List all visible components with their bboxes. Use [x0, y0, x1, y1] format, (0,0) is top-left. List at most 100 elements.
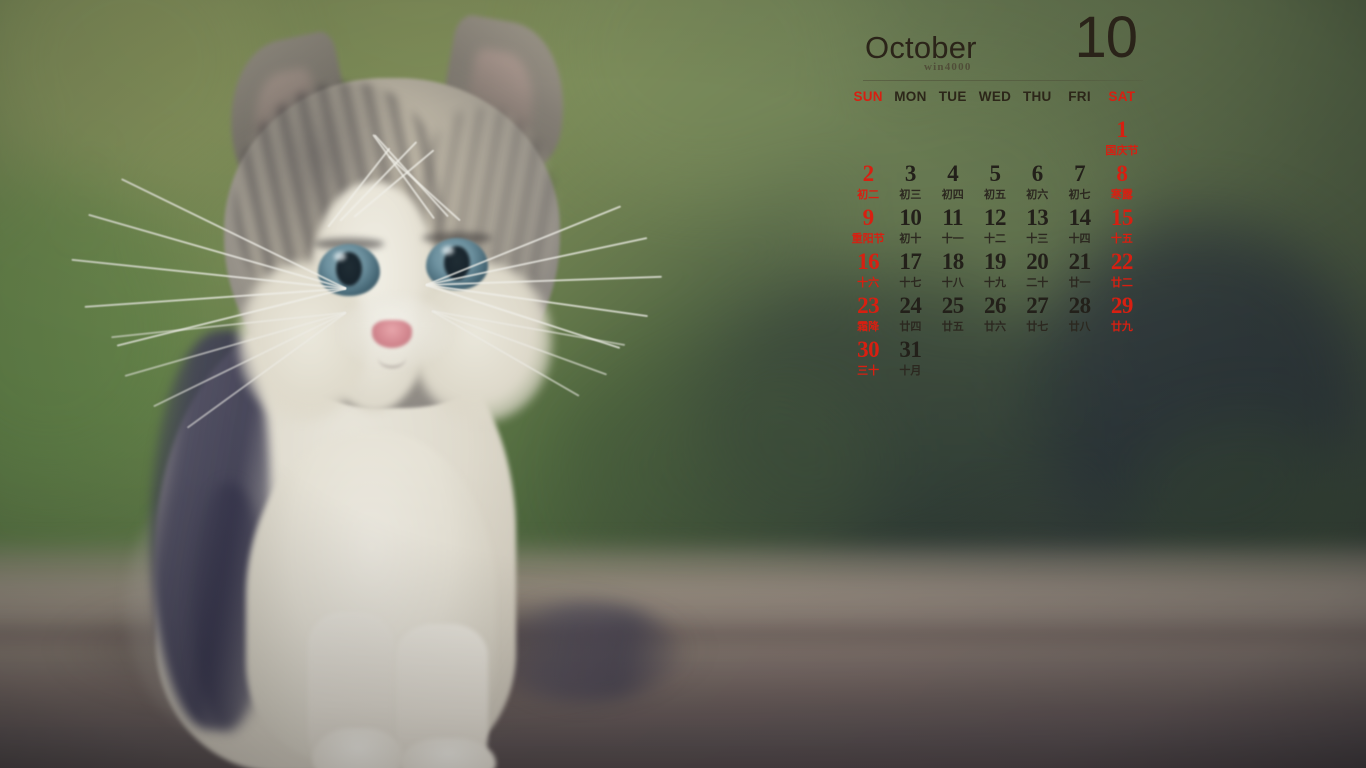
- calendar-day-cell: 17 十七: [889, 250, 931, 294]
- calendar-overlay: October win4000 10 SUN MON TUE WED THU FRI SAT…: [845, 9, 1145, 382]
- month-number-label: 10: [1074, 5, 1138, 70]
- day-number: 7: [1074, 161, 1086, 186]
- day-number: 5: [989, 161, 1001, 186]
- day-number: 17: [899, 249, 922, 274]
- lunar-date-label: 十一: [941, 233, 964, 245]
- lunar-date-label: 二十: [1026, 277, 1049, 289]
- lunar-date-label: 三十: [857, 365, 880, 377]
- weekday-header-sat: SAT: [1108, 89, 1136, 104]
- day-number: 30: [857, 337, 880, 362]
- day-number: 24: [899, 293, 922, 318]
- day-number: 20: [1026, 249, 1049, 274]
- lunar-date-label: 初十: [899, 233, 922, 245]
- lunar-date-label: 十月: [899, 365, 922, 377]
- calendar-day-cell: 14 十四: [1058, 206, 1100, 250]
- day-number: 12: [983, 205, 1007, 230]
- calendar-day-cell: 3 初三: [889, 162, 931, 206]
- lunar-date-label: 廿五: [941, 321, 964, 333]
- lunar-date-label: 初七: [1068, 189, 1091, 201]
- lunar-date-label: 十六: [857, 277, 880, 289]
- calendar-day-cell: 28 廿八: [1058, 294, 1100, 338]
- calendar-day-cell: 26 廿六: [974, 294, 1016, 338]
- lunar-date-label: 霜降: [857, 321, 880, 333]
- lunar-date-label: 廿七: [1026, 321, 1049, 333]
- day-number: 27: [1026, 293, 1049, 318]
- lunar-date-label: 十七: [899, 277, 922, 289]
- lunar-date-label: 廿九: [1110, 321, 1133, 333]
- calendar-day-cell: 8 寒露: [1101, 162, 1143, 206]
- calendar-day-cell: 5 初五: [974, 162, 1016, 206]
- site-watermark: win4000: [924, 61, 972, 73]
- lunar-date-label: 国庆节: [1105, 145, 1139, 157]
- lunar-date-label: 重阳节: [851, 233, 885, 245]
- lunar-date-label: 初三: [899, 189, 922, 201]
- calendar-day-cell: 23 霜降: [847, 294, 889, 338]
- calendar-day-cell: 27 廿七: [1016, 294, 1058, 338]
- header-divider: [863, 80, 1143, 81]
- day-number: 18: [941, 249, 965, 274]
- weekday-header-mon: MON: [894, 89, 927, 104]
- day-number: 15: [1110, 205, 1134, 230]
- calendar-day-cell: 6 初六: [1016, 162, 1058, 206]
- kitten-eye-glint-right: [442, 246, 454, 255]
- lunar-date-label: 廿六: [983, 321, 1006, 333]
- calendar-day-cell: 30 三十: [847, 338, 889, 382]
- calendar-day-cell: 11 十一: [932, 206, 974, 250]
- day-number: 9: [862, 205, 875, 230]
- lunar-date-label: 初二: [857, 189, 880, 201]
- lunar-date-label: 寒露: [1110, 189, 1133, 201]
- calendar-day-cell: 13 十三: [1016, 206, 1058, 250]
- calendar-day-cell: 19 十九: [974, 250, 1016, 294]
- calendar-day-cell: 7 初七: [1058, 162, 1100, 206]
- calendar-day-cell: 22 廿二: [1101, 250, 1143, 294]
- day-number: 23: [857, 293, 880, 318]
- kitten-mouth: [378, 348, 406, 368]
- day-number: 16: [857, 249, 880, 274]
- lunar-date-label: 廿四: [899, 321, 922, 333]
- calendar-day-cell: 4 初四: [932, 162, 974, 206]
- day-number: 2: [862, 161, 875, 186]
- weekday-header-sun: SUN: [853, 89, 883, 104]
- day-number: 21: [1068, 249, 1092, 274]
- calendar-day-cell: 25 廿五: [932, 294, 974, 338]
- day-number: 14: [1068, 205, 1092, 230]
- calendar-day-cell: 20 二十: [1016, 250, 1058, 294]
- kitten-subject: [71, 12, 716, 768]
- calendar-day-grid: 1 国庆节 2 初二 3 初三 4 初四 5 初五 6 初六 7 初七 8 寒露 9 重阳节 10 初十 11 十一 12 十…: [845, 118, 1145, 382]
- lunar-date-label: 十三: [1026, 233, 1049, 245]
- lunar-date-label: 十四: [1068, 233, 1091, 245]
- lunar-date-label: 廿二: [1110, 277, 1133, 289]
- kitten-nose: [372, 320, 412, 348]
- kitten-tail: [491, 602, 681, 702]
- day-number: 8: [1116, 161, 1128, 186]
- weekday-header-fri: FRI: [1068, 89, 1091, 104]
- calendar-day-cell: 16 十六: [847, 250, 889, 294]
- day-number: 4: [947, 161, 959, 186]
- calendar-day-cell: 2 初二: [847, 162, 889, 206]
- calendar-day-cell: 24 廿四: [889, 294, 931, 338]
- day-number: 25: [941, 293, 965, 318]
- calendar-day-cell: 31 十月: [889, 338, 931, 382]
- lunar-date-label: 十五: [1110, 233, 1133, 245]
- wallpaper-image: October win4000 10 SUN MON TUE WED THU FRI SAT…: [0, 0, 1366, 768]
- weekday-header-tue: TUE: [938, 89, 967, 104]
- weekday-header-wed: WED: [978, 89, 1012, 104]
- day-number: 31: [899, 337, 922, 362]
- calendar-day-cell: 21 廿一: [1058, 250, 1100, 294]
- lunar-date-label: 初四: [941, 189, 964, 201]
- day-number: 29: [1110, 293, 1134, 318]
- lunar-date-label: 十八: [941, 277, 964, 289]
- lunar-date-label: 十二: [983, 233, 1006, 245]
- lunar-date-label: 廿八: [1068, 321, 1091, 333]
- day-number: 19: [983, 249, 1007, 274]
- weekday-header-thu: THU: [1022, 89, 1052, 104]
- day-number: 22: [1110, 249, 1134, 274]
- calendar-day-cell: 29 廿九: [1101, 294, 1143, 338]
- calendar-day-cell: 1 国庆节: [1101, 118, 1143, 162]
- day-number: 28: [1068, 293, 1092, 318]
- day-number: 10: [899, 205, 922, 230]
- day-number: 3: [904, 161, 917, 186]
- calendar-day-cell: 10 初十: [889, 206, 931, 250]
- lunar-date-label: 廿一: [1068, 277, 1091, 289]
- calendar-day-cell: 18 十八: [932, 250, 974, 294]
